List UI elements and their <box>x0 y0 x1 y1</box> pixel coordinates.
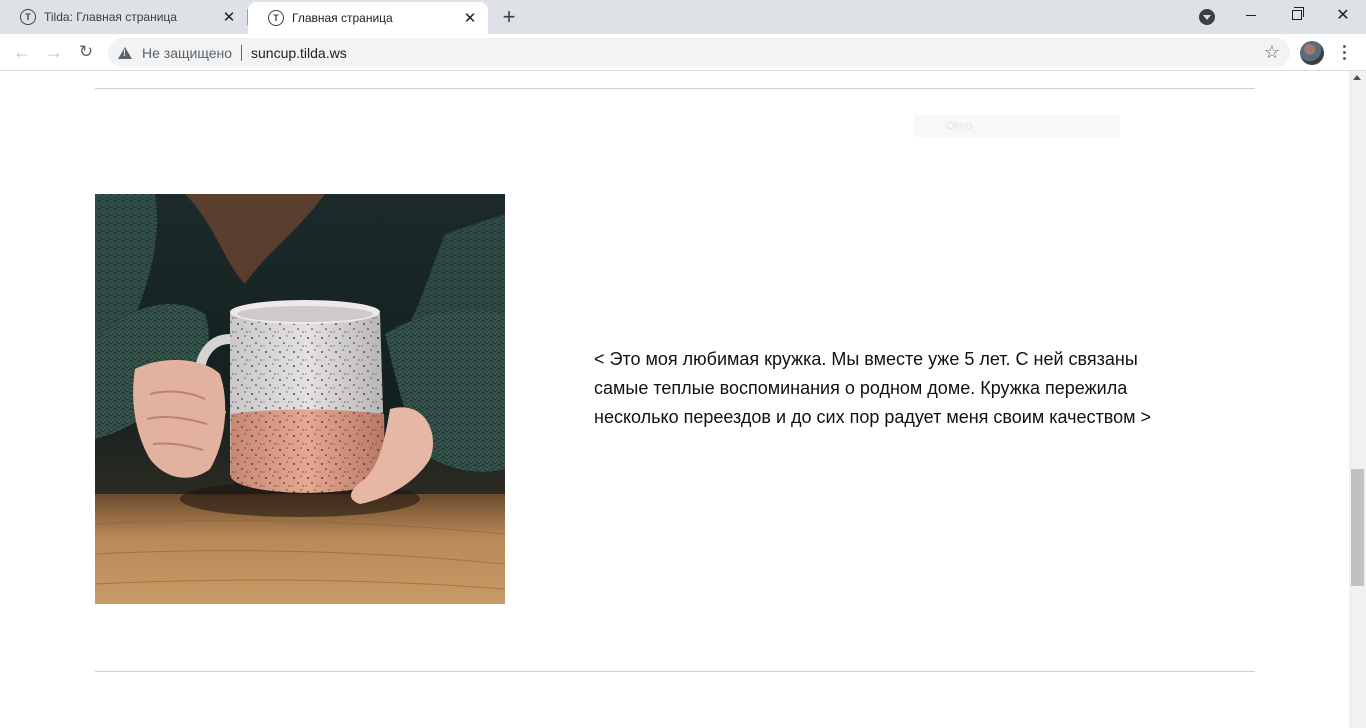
restore-button[interactable] <box>1274 0 1320 30</box>
address-separator <box>241 44 242 61</box>
divider-top <box>95 88 1255 89</box>
tilda-favicon-icon: T <box>20 9 36 25</box>
url-text[interactable]: suncup.tilda.ws <box>251 45 347 61</box>
minimize-button[interactable] <box>1228 0 1274 30</box>
warning-icon[interactable] <box>118 46 132 59</box>
kebab-menu-icon[interactable] <box>1334 38 1354 66</box>
close-tab-icon[interactable]: ✕ <box>460 8 480 28</box>
address-bar[interactable]: Не защищено suncup.tilda.ws ☆ <box>108 38 1290 67</box>
back-arrow-icon[interactable]: ← <box>8 38 36 66</box>
star-icon[interactable]: ☆ <box>1264 42 1280 62</box>
tab-title: Главная страница <box>292 11 393 25</box>
new-tab-button[interactable]: + <box>496 5 522 29</box>
scroll-up-arrow-icon[interactable] <box>1353 75 1361 80</box>
mug-photo <box>95 194 505 604</box>
tilda-favicon-icon: T <box>268 10 284 26</box>
security-label[interactable]: Не защищено <box>142 45 232 61</box>
tab-strip: T Tilda: Главная страница ✕ T Главная ст… <box>0 0 1366 34</box>
vertical-scrollbar[interactable] <box>1349 71 1366 728</box>
close-window-button[interactable]: ✕ <box>1320 0 1366 30</box>
close-tab-icon[interactable]: ✕ <box>219 7 239 27</box>
divider-bottom <box>95 671 1255 672</box>
tab-tilda-main[interactable]: T Tilda: Главная страница ✕ <box>0 0 247 34</box>
faint-widget-label: Okno <box>946 120 973 132</box>
page-viewport: Okno < Это моя любимая кружка. Мы вместе… <box>0 71 1349 728</box>
faint-widget: Okno <box>914 115 1120 137</box>
tab-search-icon[interactable] <box>1199 9 1215 25</box>
profile-avatar[interactable] <box>1300 41 1324 65</box>
reload-icon[interactable]: ↻ <box>72 38 100 66</box>
tab-title: Tilda: Главная страница <box>44 10 177 24</box>
mug-description: < Это моя любимая кружка. Мы вместе уже … <box>594 349 1151 427</box>
scrollbar-thumb[interactable] <box>1351 469 1364 586</box>
tab-main-page[interactable]: T Главная страница ✕ <box>248 2 488 34</box>
browser-toolbar: ← → ↻ Не защищено suncup.tilda.ws ☆ <box>0 34 1366 71</box>
forward-arrow-icon[interactable]: → <box>40 38 68 66</box>
